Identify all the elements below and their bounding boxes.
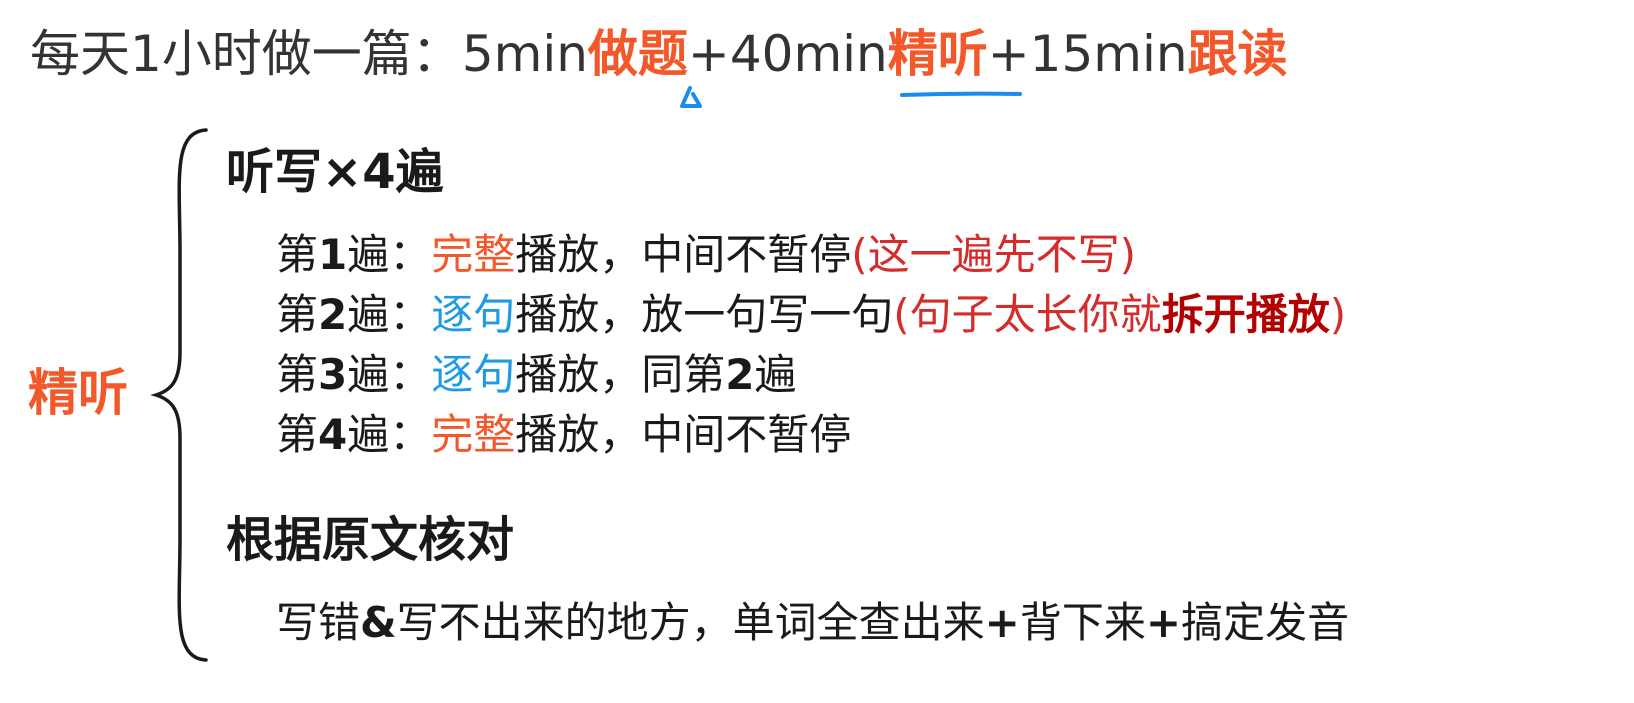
ink-underline <box>900 91 1022 97</box>
headline-task-2: 精听 <box>887 25 988 83</box>
headline-time-3: +15min <box>987 25 1188 83</box>
ink-mark <box>680 86 702 108</box>
step-row: 第3遍：逐句播放，同第2遍 <box>276 350 797 399</box>
side-label: 精听 <box>28 364 128 422</box>
step-row: 第2遍：逐句播放，放一句写一句(句子太长你就拆开播放) <box>276 290 1347 339</box>
check-note: 写错&写不出来的地方，单词全查出来+背下来+搞定发音 <box>276 598 1350 647</box>
step-highlight: 逐句 <box>431 350 516 399</box>
section-title-check: 根据原文核对 <box>226 512 515 568</box>
step-number: 4 <box>318 410 348 459</box>
headline-task-3: 跟读 <box>1187 25 1288 83</box>
step-number: 3 <box>318 350 348 399</box>
curly-brace-icon <box>150 128 208 662</box>
section-title-dictation: 听写×4遍 <box>226 144 444 200</box>
step-highlight: 完整 <box>431 410 516 459</box>
headline-prefix: 每天1小时做一篇： <box>30 25 462 83</box>
step-note-emphasis: 拆开播放 <box>1161 290 1330 339</box>
headline-time-1: 5min <box>461 25 588 83</box>
step-highlight: 逐句 <box>431 290 516 339</box>
step-row: 第4遍：完整播放，中间不暂停 <box>276 410 852 459</box>
step-number: 1 <box>318 230 348 279</box>
step-note: (句子太长你就 <box>893 290 1162 339</box>
step-row: 第1遍：完整播放，中间不暂停(这一遍先不写) <box>276 230 1137 279</box>
step-note: (这一遍先不写) <box>851 230 1137 279</box>
headline: 每天1小时做一篇：5min做题+40min精听+15min跟读 <box>30 14 1288 94</box>
step-highlight: 完整 <box>431 230 516 279</box>
step-number: 2 <box>318 290 348 339</box>
headline-task-1: 做题 <box>587 25 688 83</box>
headline-time-2: +40min <box>687 25 888 83</box>
